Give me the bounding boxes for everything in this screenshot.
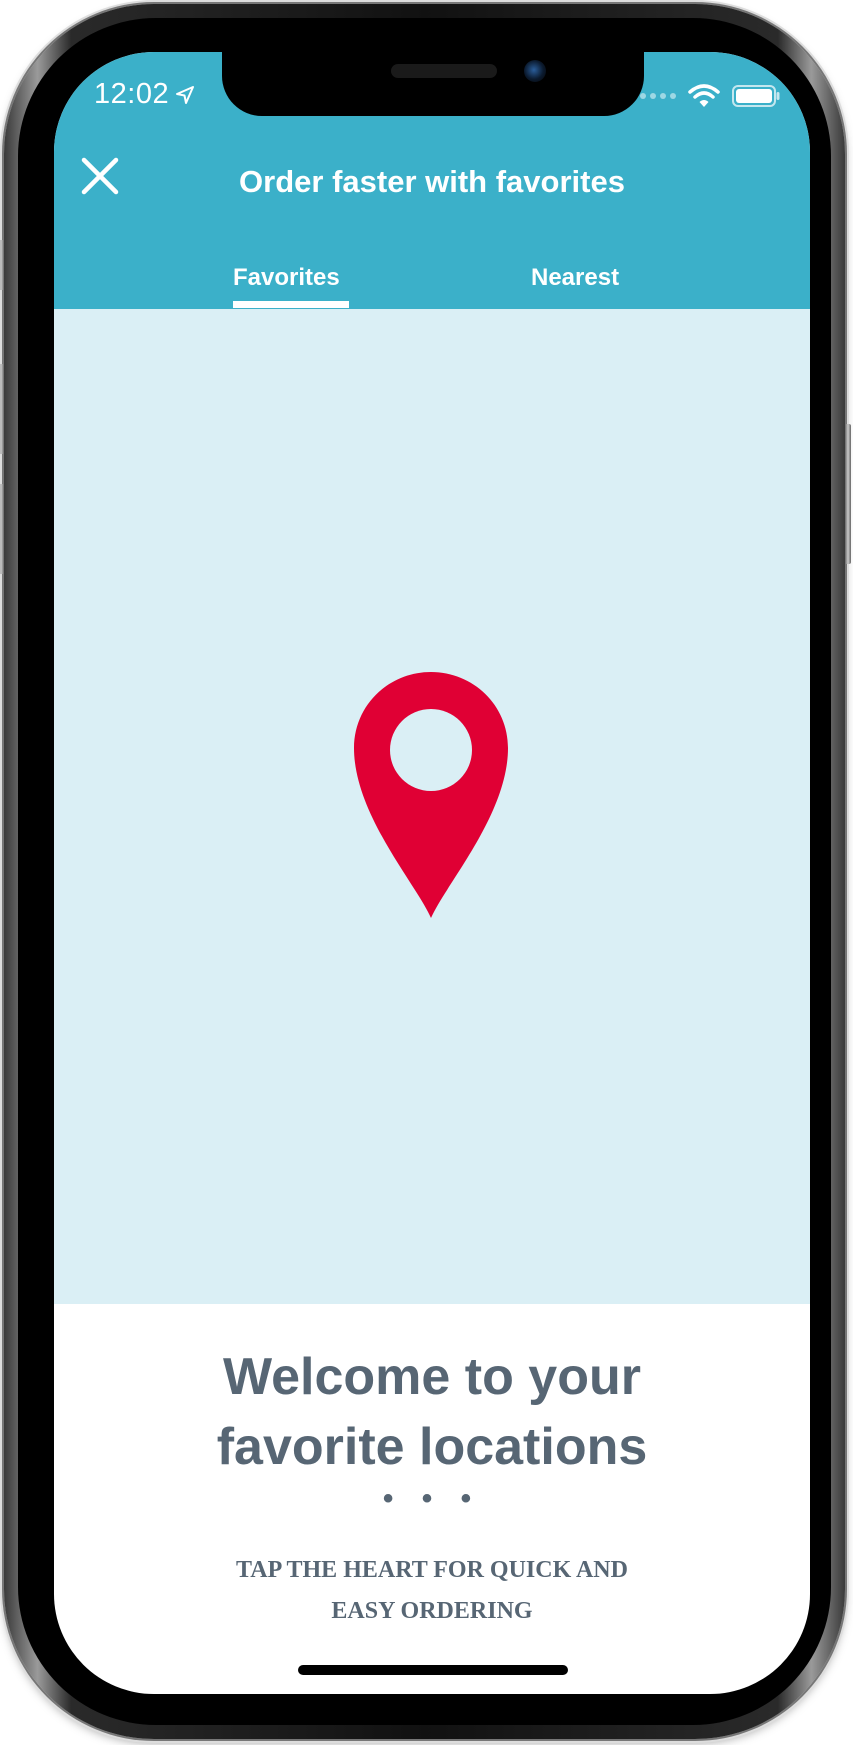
front-camera — [524, 60, 546, 82]
home-indicator[interactable] — [298, 1665, 568, 1675]
welcome-heading-line-1: Welcome to your — [222, 1348, 641, 1406]
active-tab-indicator — [233, 301, 349, 308]
status-indicators — [640, 84, 780, 108]
time-label: 12:02 — [94, 78, 170, 110]
device-notch — [222, 52, 644, 116]
app-header: 12:02 Order faster with favorites Favori… — [54, 52, 810, 309]
illustration-area — [54, 309, 810, 1304]
page-title: Order faster with favorites — [239, 164, 625, 199]
silent-switch — [0, 240, 4, 290]
battery-icon — [732, 85, 780, 107]
power-button — [845, 424, 851, 564]
cellular-signal-icon — [640, 93, 676, 99]
tab-nearest[interactable]: Nearest — [531, 264, 619, 292]
separator-dots: • • • — [382, 1482, 482, 1515]
volume-down-button — [0, 484, 4, 574]
volume-up-button — [0, 364, 4, 454]
welcome-subtitle-line-2: EASY ORDERING — [331, 1598, 533, 1624]
welcome-heading: Welcome to your favorite locations — [54, 1342, 810, 1482]
status-time: 12:02 — [94, 78, 195, 111]
app-screen: 12:02 Order faster with favorites Favori… — [54, 52, 810, 1694]
speaker-grille — [391, 64, 497, 78]
welcome-heading-line-2: favorite locations — [216, 1418, 648, 1476]
welcome-subtitle: TAP THE HEART FOR QUICK AND EASY ORDERIN… — [172, 1550, 692, 1632]
wifi-icon — [688, 84, 720, 107]
welcome-subtitle-line-1: TAP THE HEART FOR QUICK AND — [236, 1557, 628, 1583]
location-arrow-icon — [176, 85, 195, 104]
tab-favorites[interactable]: Favorites — [233, 264, 340, 292]
map-pin-icon — [354, 672, 508, 918]
